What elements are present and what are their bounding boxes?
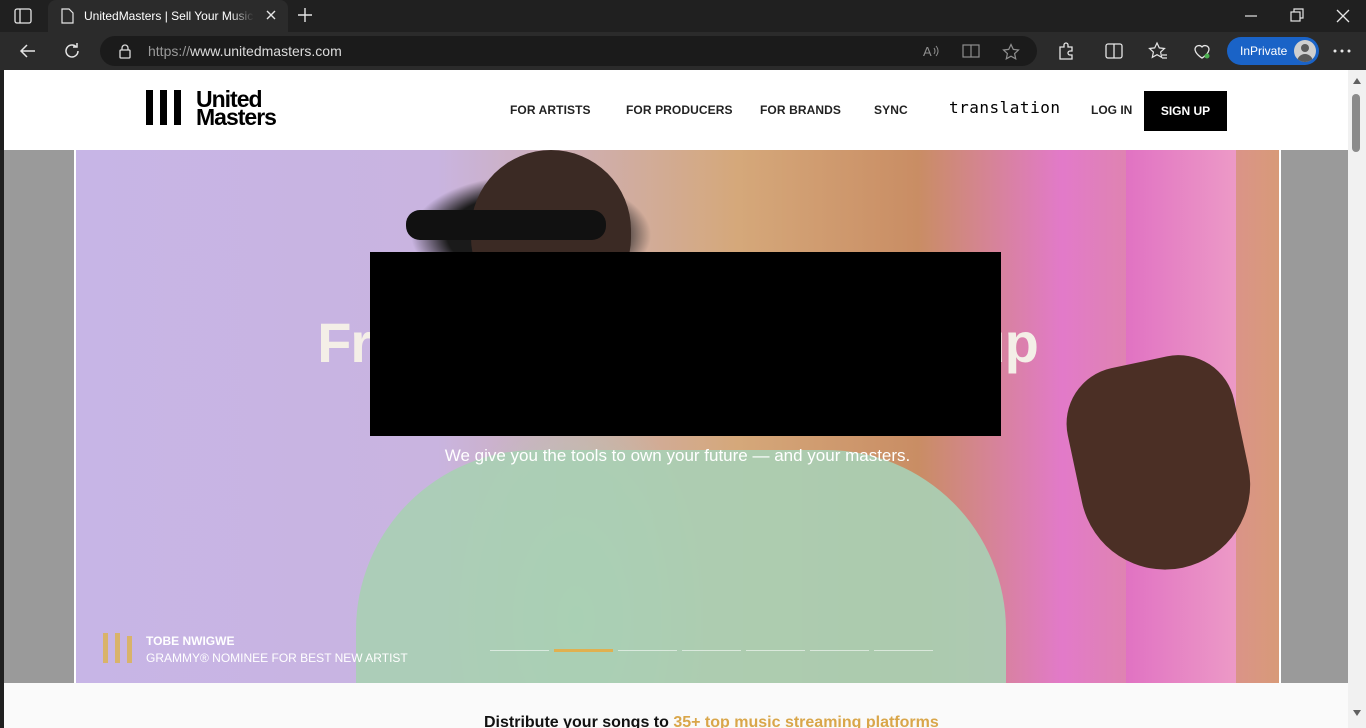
scrollbar-thumb[interactable]: [1352, 94, 1360, 152]
read-aloud-icon[interactable]: A: [922, 43, 940, 59]
hero-subtitle: We give you the tools to own your future…: [444, 446, 911, 465]
back-arrow-icon[interactable]: [18, 41, 38, 61]
hero-photo-sunglasses: [406, 210, 606, 240]
logo-bar: [160, 90, 167, 125]
page-viewport: United Masters FOR ARTISTS FOR PRODUCERS…: [4, 70, 1348, 728]
split-screen-icon[interactable]: [1104, 41, 1124, 61]
logo-bar: [146, 90, 153, 125]
logo-bar: [174, 90, 181, 125]
browser-tab-active[interactable]: UnitedMasters | Sell Your Music Onl: [48, 0, 288, 32]
svg-text:A: A: [923, 44, 932, 59]
refresh-icon[interactable]: [62, 41, 82, 61]
carousel-progress-segment[interactable]: [490, 650, 549, 651]
lock-icon[interactable]: [118, 43, 132, 59]
slide-artist-description: GRAMMY® NOMINEE FOR BEST NEW ARTIST: [146, 651, 408, 665]
carousel-progress-segment[interactable]: [874, 650, 933, 651]
profile-avatar-icon: [1294, 40, 1316, 62]
hero-prev-slide-peek[interactable]: [4, 150, 74, 683]
carousel-progress-segment[interactable]: [810, 650, 869, 651]
plus-icon[interactable]: [296, 6, 314, 24]
favorite-star-icon[interactable]: [1002, 43, 1020, 61]
carousel-progress-segment[interactable]: [554, 649, 613, 652]
scroll-up-arrow-icon[interactable]: [1353, 78, 1361, 84]
browser-tab-strip: UnitedMasters | Sell Your Music Onl: [0, 0, 1366, 32]
address-bar[interactable]: https://www.unitedmasters.com A: [100, 36, 1037, 66]
close-icon[interactable]: [264, 8, 278, 22]
extensions-icon[interactable]: [1056, 41, 1076, 61]
nav-for-artists[interactable]: FOR ARTISTS: [510, 103, 591, 117]
hero-photo-shirt: [356, 450, 1006, 683]
tab-title: UnitedMasters | Sell Your Music Onl: [84, 9, 254, 23]
nav-sync[interactable]: SYNC: [874, 103, 908, 117]
immersive-reader-icon[interactable]: [962, 43, 982, 59]
favorites-icon[interactable]: [1148, 41, 1168, 61]
hero-next-slide-peek[interactable]: [1279, 150, 1348, 683]
more-dots-icon[interactable]: [1332, 42, 1352, 60]
carousel-progress-segment[interactable]: [746, 650, 805, 651]
signup-button[interactable]: SIGN UP: [1144, 91, 1227, 131]
window-close-icon[interactable]: [1335, 6, 1351, 26]
restore-icon[interactable]: [1289, 6, 1305, 26]
unitedmasters-logo[interactable]: United Masters: [146, 88, 286, 130]
tab-actions-icon[interactable]: [14, 8, 32, 24]
below-fold-section: Distribute your songs to 35+ top music s…: [4, 683, 1348, 728]
address-toolbar: https://www.unitedmasters.com A InPrivat…: [0, 32, 1366, 70]
carousel-progress-segment[interactable]: [682, 650, 741, 651]
inprivate-badge[interactable]: InPrivate: [1227, 37, 1319, 65]
nav-translation[interactable]: translation: [949, 98, 1060, 117]
minimize-icon[interactable]: [1243, 6, 1259, 26]
hero-carousel: Fre up We give you the tools to own your …: [74, 150, 1281, 683]
browser-essentials-icon[interactable]: [1192, 41, 1212, 61]
slide-artist-name: TOBE NWIGWE: [146, 634, 235, 648]
page-scrollbar[interactable]: [1348, 70, 1366, 728]
nav-for-producers[interactable]: FOR PRODUCERS: [626, 103, 733, 117]
page-icon: [61, 8, 74, 24]
scroll-down-arrow-icon[interactable]: [1353, 710, 1361, 716]
distribution-headline: Distribute your songs to 35+ top music s…: [484, 714, 939, 728]
redaction-block: [370, 252, 1001, 436]
nav-for-brands[interactable]: FOR BRANDS: [760, 103, 841, 117]
carousel-progress-segment[interactable]: [618, 650, 677, 651]
login-link[interactable]: LOG IN: [1091, 103, 1132, 117]
site-header: United Masters FOR ARTISTS FOR PRODUCERS…: [4, 70, 1348, 150]
logo-text-line2: Masters: [196, 104, 277, 130]
url-text[interactable]: https://www.unitedmasters.com: [148, 43, 342, 59]
um-mark-icon: [103, 633, 132, 663]
